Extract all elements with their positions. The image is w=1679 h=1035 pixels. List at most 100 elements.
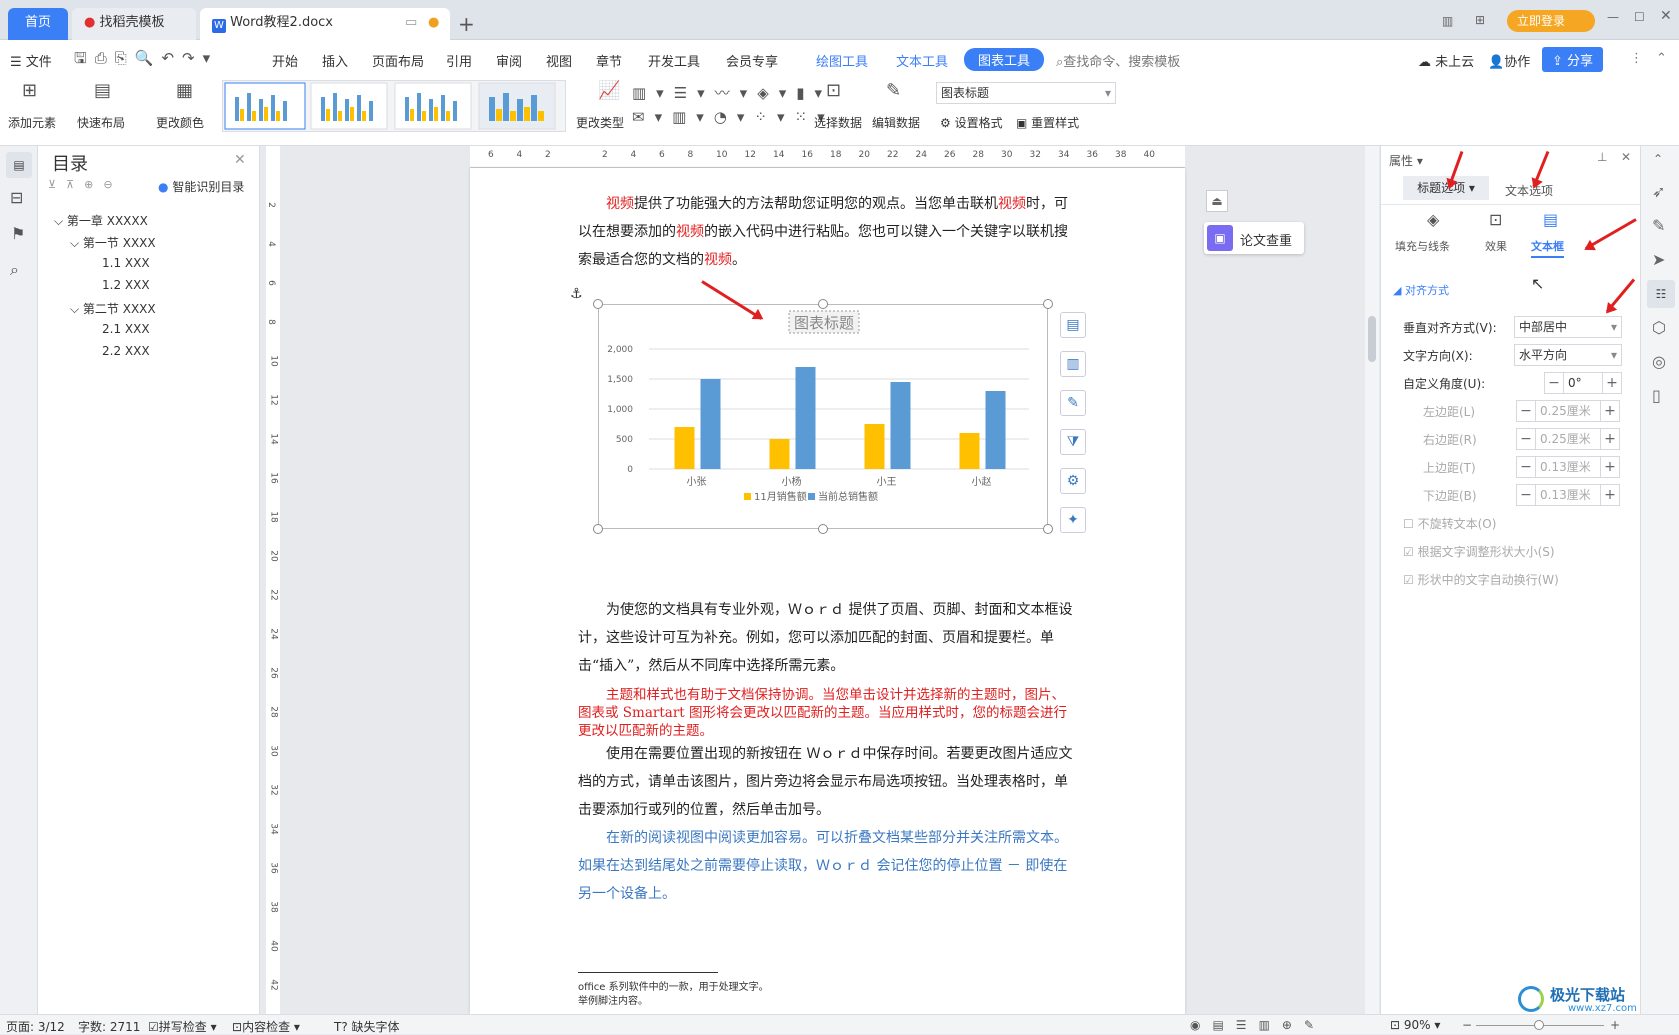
collapse-up-icon[interactable]: ⏏ [1206,190,1228,212]
zoom-in-icon[interactable]: + [1610,1018,1620,1032]
missing-font-button[interactable]: T? 缺失字体 [334,1018,400,1035]
word-count[interactable]: 字数: 2711 [78,1018,140,1035]
toc-item-section-2[interactable]: ⌵ 第二节 XXXX [70,300,156,317]
footnote-1[interactable]: office 系列软件中的一款，用于处理文字。 [578,978,769,993]
menu-review[interactable]: 审阅 [496,51,522,70]
minus-icon[interactable]: − [1516,484,1536,506]
menu-drawing-tools[interactable]: 绘图工具 [816,51,868,70]
checkbox-no-rotate[interactable]: ☐ 不旋转文本(O) [1403,515,1496,532]
view-mode-icons[interactable]: ◉▤☰▥⊕✎ [1190,1018,1326,1032]
cloud-status[interactable]: ☁ 未上云 [1418,51,1474,70]
book-icon[interactable]: ▯ [1652,386,1661,405]
minus-icon[interactable]: − [1516,400,1536,422]
pen-icon[interactable]: ✎ [1652,216,1665,235]
minimize-icon[interactable]: — [1607,10,1619,24]
menu-chart-tools[interactable]: 图表工具 [964,48,1045,71]
more-icon[interactable]: ⋮ [1630,51,1643,66]
zoom-level[interactable]: ⊡ 90% ▾ [1390,1018,1440,1032]
location-icon[interactable]: ◎ [1652,352,1666,371]
paper-check-button[interactable]: ▣ 论文查重 [1204,222,1304,254]
zoom-slider-thumb[interactable] [1534,1020,1544,1030]
tab-template[interactable]: ● 找稻壳模板 [72,8,196,40]
resize-handle[interactable] [593,524,603,534]
plus-icon[interactable]: + [1600,428,1620,450]
menu-text-tools[interactable]: 文本工具 [896,51,948,70]
close-window-icon[interactable]: ✕ [1660,8,1672,24]
checkbox-wrap[interactable]: ☑ 形状中的文字自动换行(W) [1403,571,1559,588]
chart-style-thumbnails[interactable] [223,81,567,133]
login-button[interactable]: 立即登录 [1507,10,1595,32]
toc-item-section-1[interactable]: ⌵ 第一节 XXXX [70,234,156,251]
top-margin-value[interactable]: 0.13厘米 [1536,456,1600,478]
file-menu[interactable]: ☰ 文件 [10,51,52,70]
bookmark-icon[interactable]: ⚑ [11,224,25,243]
menu-member[interactable]: 会员专享 [726,51,778,70]
collab-button[interactable]: 👤协作 [1488,51,1530,70]
apps-grid-icon[interactable]: ⊞ [1475,13,1485,27]
change-type-button[interactable]: 更改类型 [576,114,624,131]
quick-access-icons[interactable]: 🖫⎙⎘🔍↶↷▾ [74,48,218,73]
anchor-icon[interactable]: ⚓ [570,286,583,302]
tab-home[interactable]: 首页 [8,8,68,40]
chart-style-icon[interactable]: ▥ [1060,351,1086,377]
resize-handle[interactable] [593,299,603,309]
paragraph-theme[interactable]: 主题和样式也有助于文档保持协调。当您单击设计并选择新的主题时，图片、图表或 Sm… [578,686,1078,740]
toc-item-2-1[interactable]: 2.1 XXX [102,322,150,336]
spell-check-button[interactable]: ☑拼写检查 ▾ [148,1018,217,1035]
chart-frame[interactable]: 图表标题 2,000 1,500 1,000 500 0 小张 小杨 小王 小赵 11月销售额 当前总… [598,304,1048,529]
left-margin-value[interactable]: 0.25厘米 [1536,400,1600,422]
menu-reference[interactable]: 引用 [446,51,472,70]
resize-handle[interactable] [818,299,828,309]
toc-item-chapter-1[interactable]: ⌵ 第一章 XXXXX [54,212,148,229]
plus-icon[interactable]: + [1602,372,1622,394]
chart-brush-icon[interactable]: ✎ [1060,390,1086,416]
page-indicator[interactable]: 页面: 3/12 [6,1018,65,1035]
chart-settings-icon[interactable]: ⚙ [1060,468,1086,494]
toc-controls-icons[interactable]: ⊻⊼⊕⊖ [48,178,123,191]
right-margin-stepper[interactable]: −0.25厘米 + [1516,428,1620,450]
chart-elements-icon[interactable]: ▤ [1060,312,1086,338]
menu-start[interactable]: 开始 [272,51,298,70]
maximize-icon[interactable]: ☐ [1634,10,1645,24]
share-button[interactable]: ⇪ 分享 [1542,47,1604,72]
paragraph-buttons[interactable]: 使用在需要位置出现的新按钮在 Ｗｏｒｄ中保存时间。若要更改图片适应文档的方式，请… [578,740,1078,824]
checkbox-autofit[interactable]: ☑ 根据文字调整形状大小(S) [1403,543,1555,560]
angle-value[interactable]: 0° [1564,372,1602,394]
quick-layout-button[interactable]: 快速布局 [77,114,125,131]
bottom-margin-value[interactable]: 0.13厘米 [1536,484,1600,506]
right-margin-value[interactable]: 0.25厘米 [1536,428,1600,450]
footnote-2[interactable]: 举例脚注内容。 [578,992,648,1007]
edit-data-button[interactable]: 编辑数据 [872,114,920,131]
command-search[interactable]: ⌕查找命令、搜索模板 [1056,51,1180,70]
chevron-up-icon[interactable]: ⌃ [1653,152,1663,166]
chart-type-icons-row1[interactable]: ▥▾☰▾〰▾◈▾▮▾ [632,82,832,103]
toc-item-1-1[interactable]: 1.1 XXX [102,256,150,270]
menu-developer[interactable]: 开发工具 [648,51,700,70]
vertical-scrollbar[interactable] [1365,146,1379,1014]
chart-filter-icon[interactable]: ⧩ [1060,429,1086,455]
rocket-icon[interactable]: ➶ [1652,182,1665,201]
chart-idea-icon[interactable]: ✦ [1060,507,1086,533]
properties-header[interactable]: 属性 ▾ [1389,152,1423,169]
resize-handle[interactable] [1043,299,1053,309]
toc-item-1-2[interactable]: 1.2 XXX [102,278,150,292]
paragraph-word[interactable]: 为使您的文档具有专业外观，Ｗｏｒｄ 提供了页眉、页脚、封面和文本框设计，这些设计… [578,596,1078,680]
layout-icon[interactable]: ▥ [1442,14,1453,28]
chart-element-select[interactable]: 图表标题 ▾ [936,82,1116,104]
left-margin-stepper[interactable]: −0.25厘米 + [1516,400,1620,422]
pin-icon[interactable]: ⊥ [1597,150,1607,164]
valign-select[interactable]: 中部居中 ▾ [1514,316,1622,338]
menu-view[interactable]: 视图 [546,51,572,70]
toc-item-2-2[interactable]: 2.2 XXX [102,344,150,358]
properties-toggle-icon[interactable]: ☷ [1647,280,1675,308]
toc-icon[interactable]: ▤ [6,152,32,178]
chart-type-icons-row2[interactable]: ✉▾▥▾◔▾⁘▾⁙▾ [632,108,835,126]
close-icon[interactable]: ✕ [1621,150,1631,164]
chapter-icon[interactable]: ⊟ [10,188,23,207]
minus-icon[interactable]: − [1516,456,1536,478]
paragraph-video[interactable]: 视频提供了功能强大的方法帮助您证明您的观点。当您单击联机视频时，可以在想要添加的… [578,190,1078,274]
subtab-effect[interactable]: 效果 [1485,238,1507,254]
top-margin-stepper[interactable]: −0.13厘米 + [1516,456,1620,478]
content-check-button[interactable]: ⊡内容检查 ▾ [232,1018,300,1035]
pointer-icon[interactable]: ➤ [1652,250,1665,269]
